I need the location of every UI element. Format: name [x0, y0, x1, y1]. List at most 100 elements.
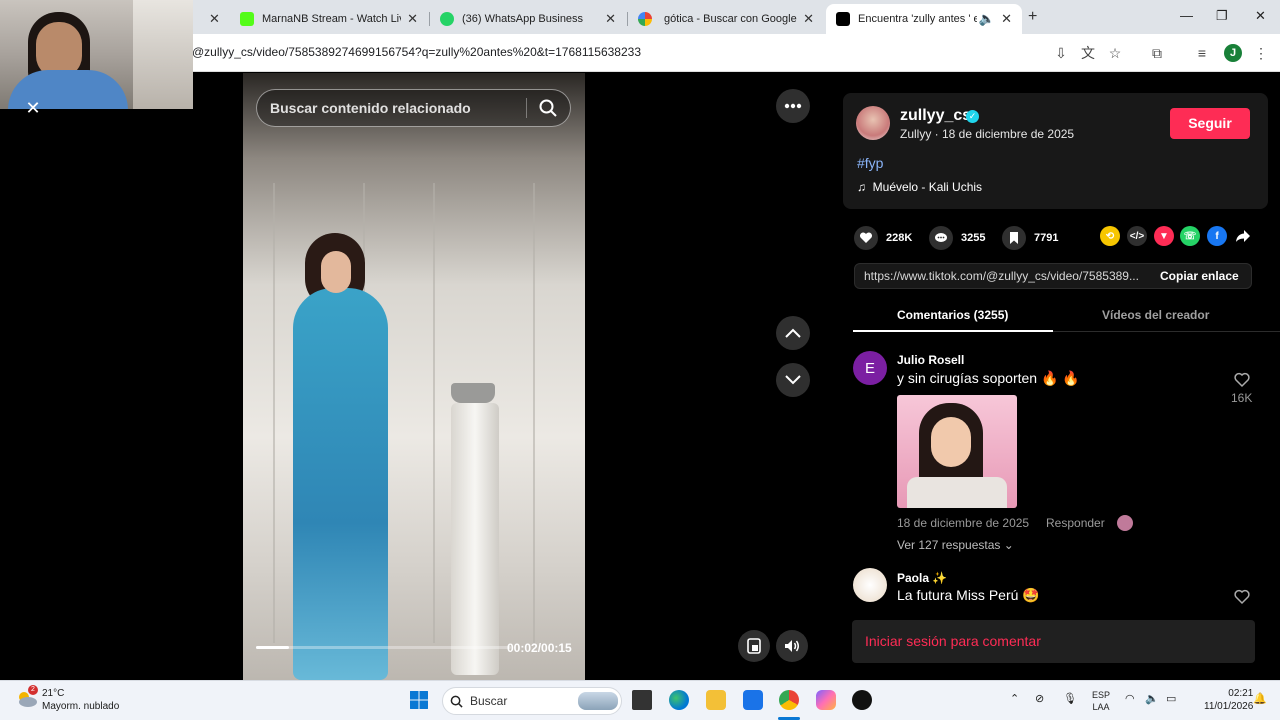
repost-icon[interactable]: ⟲: [1100, 226, 1120, 246]
copilot-icon[interactable]: [816, 690, 836, 710]
video-player[interactable]: [243, 73, 585, 680]
previous-video-button[interactable]: [776, 316, 810, 350]
volume-tray-icon[interactable]: 🔈: [1145, 692, 1159, 705]
weather-temperature: 21°C: [42, 688, 65, 699]
comment-avatar[interactable]: [853, 568, 887, 602]
taskbar-search-label: Buscar: [470, 694, 508, 708]
chrome-icon[interactable]: [779, 690, 799, 710]
show-hidden-icons[interactable]: ⌃: [1010, 692, 1019, 705]
comment-button[interactable]: 3255: [929, 226, 985, 250]
video-timecode: 00:02/00:15: [507, 641, 572, 655]
comment-bubble-icon: [929, 226, 953, 250]
comment-like-count: 16K: [1231, 391, 1253, 405]
floating-player-button[interactable]: [738, 630, 770, 662]
tab-partial[interactable]: ✕: [193, 4, 223, 34]
comments-tabs: Comentarios (3255) Vídeos del creador: [853, 303, 1280, 332]
view-replies-button[interactable]: Ver 127 respuestas ⌄: [897, 538, 1014, 552]
gif-character-face: [931, 417, 971, 467]
picture-in-picture-icon: [747, 638, 761, 654]
close-tab-icon[interactable]: ✕: [1001, 11, 1012, 27]
webcam-background: [133, 0, 193, 109]
comment-like-heart-icon[interactable]: [1234, 372, 1250, 388]
close-window-button[interactable]: ✕: [1255, 8, 1266, 24]
creator-avatar[interactable]: [856, 106, 890, 140]
media-control-icon[interactable]: ≡: [1193, 44, 1211, 62]
share-link-text[interactable]: https://www.tiktok.com/@zullyy_cs/video/…: [864, 269, 1146, 283]
login-to-comment-button[interactable]: Iniciar sesión para comentar: [852, 620, 1255, 663]
comment-author[interactable]: Julio Rosell: [897, 353, 964, 367]
clock-time: 02:21: [1228, 688, 1254, 699]
url-field[interactable]: @zullyy_cs/video/7585389274699156754?q=z…: [192, 45, 641, 59]
volume-button[interactable]: [776, 630, 808, 662]
maximize-button[interactable]: ❐: [1216, 8, 1228, 24]
start-button-icon[interactable]: [409, 690, 429, 710]
comment-date: 18 de diciembre de 2025: [897, 516, 1030, 530]
comment-text: y sin cirugías soporten 🔥 🔥: [897, 370, 1080, 386]
tab-kick[interactable]: MarnaNB Stream - Watch Live o ✕: [230, 4, 428, 34]
network-off-icon[interactable]: ⊘: [1035, 692, 1044, 705]
hashtag-link[interactable]: #fyp: [857, 155, 883, 171]
language-indicator[interactable]: ESP LAA: [1092, 689, 1110, 713]
system-clock[interactable]: 02:21 11/01/2026: [1204, 687, 1253, 713]
more-options-button[interactable]: [776, 89, 810, 123]
save-button[interactable]: 7791: [1002, 226, 1058, 250]
search-highlight-image: [578, 692, 618, 710]
copy-link-button[interactable]: Copiar enlace: [1160, 269, 1239, 283]
new-tab-button[interactable]: +: [1028, 8, 1037, 26]
battery-icon[interactable]: ▭: [1166, 692, 1176, 705]
comment-avatar[interactable]: E: [853, 351, 887, 385]
install-app-icon[interactable]: ⇩: [1052, 44, 1070, 62]
profile-avatar[interactable]: J: [1224, 44, 1242, 62]
share-arrow-icon[interactable]: [1233, 226, 1253, 246]
extensions-icon[interactable]: ⧉: [1148, 44, 1166, 62]
gif-character-shirt: [907, 477, 1007, 508]
close-tab-icon[interactable]: ✕: [209, 11, 220, 27]
comment-like-heart-icon[interactable]: [1234, 589, 1250, 605]
active-tab-indicator: [853, 330, 1053, 332]
microphone-icon[interactable]: 🎙: [1063, 692, 1077, 705]
file-explorer-icon[interactable]: [706, 690, 726, 710]
tab-creator-videos[interactable]: Vídeos del creador: [1102, 308, 1209, 322]
close-tab-icon[interactable]: ✕: [605, 11, 616, 27]
like-button[interactable]: 228K: [854, 226, 912, 250]
microsoft-store-icon[interactable]: [743, 690, 763, 710]
embed-icon[interactable]: </>: [1127, 226, 1147, 246]
kick-icon: [240, 12, 254, 26]
volume-icon: [785, 640, 799, 652]
edge-browser-icon[interactable]: [669, 690, 689, 710]
related-search-input[interactable]: Buscar contenido relacionado: [256, 89, 571, 127]
tiktok-app-icon[interactable]: [852, 690, 872, 710]
menu-kebab-icon[interactable]: ⋮: [1252, 44, 1270, 62]
comment-author[interactable]: Paola ✨: [897, 571, 947, 585]
save-count: 7791: [1034, 232, 1059, 244]
translate-icon[interactable]: 文: [1079, 44, 1097, 62]
whatsapp-share-icon[interactable]: ☏: [1180, 226, 1200, 246]
send-icon[interactable]: ▼: [1154, 226, 1174, 246]
bookmark-star-icon[interactable]: ☆: [1106, 44, 1124, 62]
follow-button[interactable]: Seguir: [1170, 108, 1250, 139]
next-video-button[interactable]: [776, 363, 810, 397]
curtain-fold: [433, 183, 435, 643]
close-tab-icon[interactable]: ✕: [803, 11, 814, 27]
video-progress-bar[interactable]: [256, 646, 511, 649]
task-view-icon[interactable]: [632, 690, 652, 710]
like-count: 228K: [886, 232, 913, 244]
webcam-overlay: [0, 0, 193, 109]
comment-count: 3255: [961, 232, 986, 244]
notification-bell-icon[interactable]: 🔔: [1253, 692, 1267, 705]
facebook-icon[interactable]: f: [1207, 226, 1227, 246]
wifi-icon[interactable]: ◠: [1125, 692, 1135, 705]
reply-button[interactable]: Responder: [1046, 516, 1105, 530]
minimize-button[interactable]: —: [1180, 8, 1193, 23]
creator-username[interactable]: zullyy_cs: [900, 107, 971, 125]
music-link[interactable]: ♫ Muévelo - Kali Uchis: [857, 180, 982, 194]
close-tab-icon[interactable]: ✕: [407, 11, 418, 27]
search-icon[interactable]: [538, 98, 558, 118]
tab-comments[interactable]: Comentarios (3255): [897, 308, 1008, 322]
tab-whatsapp[interactable]: (36) WhatsApp Business ✕: [430, 4, 626, 34]
speaker-icon[interactable]: 🔈: [979, 11, 995, 27]
close-video-icon[interactable]: ✕: [22, 97, 44, 119]
language-code: ESP: [1092, 690, 1111, 700]
tab-tiktok-active[interactable]: Encuentra 'zully antes ' en T 🔈 ✕: [826, 4, 1022, 34]
tab-google[interactable]: gótica - Buscar con Google ✕: [628, 4, 824, 34]
